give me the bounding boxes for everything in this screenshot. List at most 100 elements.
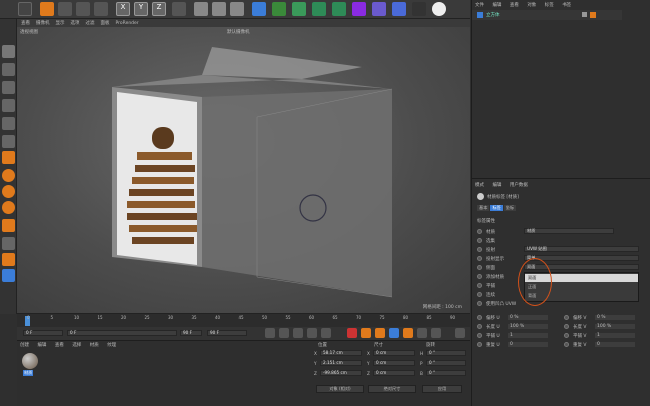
- keyframe-dot-icon[interactable]: [564, 342, 569, 347]
- coord-mode-select[interactable]: 对象 (相对): [316, 385, 364, 393]
- uv-value[interactable]: 0: [508, 342, 548, 347]
- menu-view[interactable]: 查看: [21, 20, 30, 26]
- record-icon[interactable]: [347, 328, 357, 338]
- scale-icon[interactable]: [58, 2, 72, 16]
- rotation-field[interactable]: 0 °: [426, 350, 466, 356]
- make-editable-icon[interactable]: [2, 45, 15, 58]
- mograph-icon[interactable]: [312, 2, 326, 16]
- size-field[interactable]: 0 cm: [373, 360, 415, 366]
- undo-icon[interactable]: [18, 2, 32, 16]
- keyframe-dot-icon[interactable]: [477, 301, 482, 306]
- size-field[interactable]: 0 cm: [373, 370, 415, 376]
- keyframe-dot-icon[interactable]: [477, 342, 482, 347]
- render-view-icon[interactable]: [194, 2, 208, 16]
- menu-filter[interactable]: 过滤: [86, 20, 95, 26]
- am-userdata[interactable]: 用户数据: [510, 183, 528, 188]
- deformer-icon[interactable]: [332, 2, 346, 16]
- scene-icon[interactable]: [372, 2, 386, 16]
- camera-icon[interactable]: [392, 2, 406, 16]
- om-object[interactable]: 对象: [527, 3, 536, 8]
- tab-tag[interactable]: 标签: [490, 205, 503, 211]
- edges-icon[interactable]: [2, 135, 15, 148]
- coordinate-icon[interactable]: [172, 2, 186, 16]
- size-mode-select[interactable]: 绝对尺寸: [368, 385, 416, 393]
- render-icon[interactable]: [212, 2, 226, 16]
- om-edit[interactable]: 编辑: [492, 3, 501, 8]
- om-view[interactable]: 查看: [510, 3, 519, 8]
- points-icon[interactable]: [2, 117, 15, 130]
- render-settings-icon[interactable]: [230, 2, 244, 16]
- preview-end-field[interactable]: 90 F: [207, 330, 247, 336]
- keyframe-dot-icon[interactable]: [477, 292, 482, 297]
- tab-coords[interactable]: 坐标: [503, 205, 517, 211]
- attr-value[interactable]: 材质: [524, 228, 614, 234]
- keyframe-icon[interactable]: [375, 328, 385, 338]
- subdivision-icon[interactable]: [292, 2, 306, 16]
- keyframe-dot-icon[interactable]: [564, 333, 569, 338]
- apply-button[interactable]: 应用: [422, 385, 462, 393]
- rotation-field[interactable]: 0 °: [426, 360, 466, 366]
- pen-icon[interactable]: [272, 2, 286, 16]
- keyframe-dot-icon[interactable]: [477, 274, 482, 279]
- lock-icon[interactable]: [2, 253, 15, 266]
- timeline-icon[interactable]: [455, 328, 465, 338]
- cube-icon[interactable]: [252, 2, 266, 16]
- keyframe-dot-icon[interactable]: [564, 315, 569, 320]
- goto-end-icon[interactable]: [321, 328, 331, 338]
- move-icon[interactable]: [40, 2, 54, 16]
- select-icon[interactable]: [94, 2, 108, 16]
- z-axis-icon[interactable]: Z: [152, 2, 166, 16]
- param-icon[interactable]: [417, 328, 427, 338]
- om-file[interactable]: 文件: [475, 3, 484, 8]
- field-icon[interactable]: [352, 2, 366, 16]
- material-thumbnail[interactable]: [22, 353, 38, 369]
- snap-icon[interactable]: [2, 169, 15, 182]
- end-frame-field[interactable]: 90 F: [180, 330, 202, 336]
- menu-prorender[interactable]: ProRender: [116, 21, 139, 26]
- uv-value[interactable]: 0 %: [595, 315, 635, 320]
- uv-value[interactable]: 0: [595, 342, 635, 347]
- keyframe-dot-icon[interactable]: [477, 256, 482, 261]
- tab-basic[interactable]: 基本: [477, 205, 490, 211]
- light-icon[interactable]: [412, 2, 426, 16]
- uv-value[interactable]: 100 %: [595, 324, 635, 329]
- keyframe-dot-icon[interactable]: [564, 324, 569, 329]
- tweak-icon[interactable]: [2, 219, 15, 232]
- snap-settings-icon[interactable]: [2, 185, 15, 198]
- scale-key-icon[interactable]: [403, 328, 413, 338]
- menu-options[interactable]: 选项: [71, 20, 80, 26]
- menu-display[interactable]: 显示: [56, 20, 65, 26]
- bulb-icon[interactable]: [432, 2, 446, 16]
- position-field[interactable]: 58.17 cm: [320, 350, 362, 356]
- workplane-icon[interactable]: [2, 81, 15, 94]
- motion-icon[interactable]: [389, 328, 399, 338]
- menu-camera[interactable]: 摄像机: [36, 20, 50, 26]
- play-icon[interactable]: [293, 328, 303, 338]
- object-row[interactable]: 立方体: [472, 10, 622, 20]
- layer-icon[interactable]: [2, 269, 15, 282]
- am-mode[interactable]: 模式: [475, 183, 484, 188]
- uv-value[interactable]: 1: [595, 333, 635, 338]
- uv-value[interactable]: 1: [508, 333, 548, 338]
- quantize-icon[interactable]: [2, 201, 15, 214]
- axis-icon[interactable]: [2, 151, 15, 164]
- mat-menu-material[interactable]: 材质: [90, 343, 99, 348]
- x-axis-icon[interactable]: X: [116, 2, 130, 16]
- texture-icon[interactable]: [2, 63, 15, 76]
- current-frame-field[interactable]: 0 F: [67, 330, 177, 336]
- attr-value[interactable]: UVW 贴图: [524, 246, 639, 252]
- mat-menu-view[interactable]: 查看: [55, 343, 64, 348]
- size-field[interactable]: 0 cm: [373, 350, 415, 356]
- material-name[interactable]: 材质: [23, 370, 34, 376]
- pla-icon[interactable]: [431, 328, 441, 338]
- rotate-icon[interactable]: [76, 2, 90, 16]
- uv-value[interactable]: 0 %: [508, 315, 548, 320]
- position-field[interactable]: -99.865 cm: [320, 370, 362, 376]
- keyframe-dot-icon[interactable]: [477, 265, 482, 270]
- menu-panel[interactable]: 面板: [101, 20, 110, 26]
- viewport[interactable]: 透视视图 默认摄像机 网格间距 : 100 cm: [17, 27, 470, 313]
- keyframe-dot-icon[interactable]: [477, 247, 482, 252]
- keyframe-dot-icon[interactable]: [477, 238, 482, 243]
- mat-menu-select[interactable]: 选择: [72, 343, 81, 348]
- om-bookmark[interactable]: 书签: [562, 3, 571, 8]
